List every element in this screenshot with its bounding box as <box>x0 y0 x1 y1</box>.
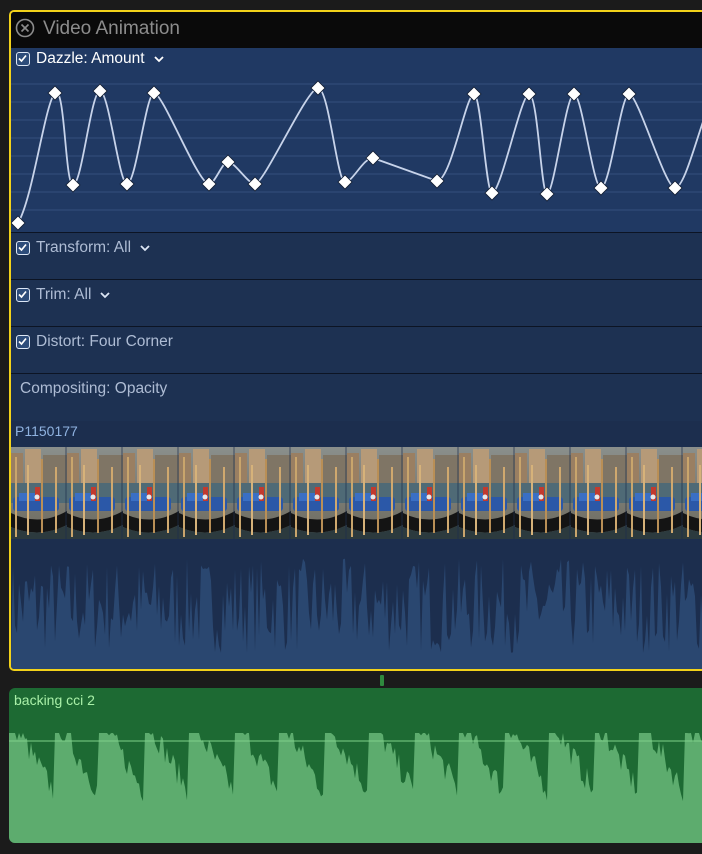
chevron-down-icon[interactable] <box>153 54 165 64</box>
video-animation-title: Video Animation <box>43 18 180 39</box>
audio-waveform <box>9 733 702 843</box>
checkbox-icon[interactable] <box>16 288 30 302</box>
animation-lane-compositing-opacity[interactable]: Compositing: Opacity <box>11 373 702 421</box>
selected-video-clip[interactable]: Video Animation Dazzle: Amount Transform… <box>9 10 702 671</box>
animation-lane-distort-four-corner[interactable]: Distort: Four Corner <box>11 326 702 373</box>
keyframe-icon <box>11 215 26 231</box>
lane-label-transform-all[interactable]: Transform: All <box>16 239 151 257</box>
keyframe-icon <box>92 83 108 99</box>
keyframe-icon <box>521 86 537 102</box>
lane-label-dazzle-amount[interactable]: Dazzle: Amount <box>16 50 165 68</box>
keyframe-icon <box>119 176 135 192</box>
animation-lane-transform-all[interactable]: Transform: All <box>11 232 702 279</box>
keyframe-curve-graph[interactable] <box>11 48 702 232</box>
keyframe-icon <box>593 180 609 196</box>
video-clip-audio-waveform <box>11 558 702 669</box>
lane-label-text: Dazzle: Amount <box>36 50 145 67</box>
chevron-down-icon[interactable] <box>139 243 151 253</box>
close-icon[interactable] <box>15 18 35 38</box>
keyframe-icon <box>65 177 81 193</box>
keyframe-icon <box>429 173 445 189</box>
lane-label-text: Compositing: Opacity <box>20 380 168 397</box>
chevron-down-icon[interactable] <box>99 290 111 300</box>
lane-label-compositing-opacity[interactable]: Compositing: Opacity <box>20 380 167 398</box>
lane-label-text: Transform: All <box>36 239 132 256</box>
connection-line <box>380 675 384 686</box>
video-clip-name: P1150177 <box>15 423 78 439</box>
checkbox-icon[interactable] <box>16 241 30 255</box>
lane-label-text: Trim: All <box>36 286 92 303</box>
lane-label-trim-all[interactable]: Trim: All <box>16 286 111 304</box>
keyframe-icon <box>337 174 353 190</box>
animation-lane-dazzle-amount[interactable]: Dazzle: Amount <box>11 48 702 232</box>
keyframe-icon <box>539 186 555 202</box>
lane-label-distort-four-corner[interactable]: Distort: Four Corner <box>16 333 173 351</box>
animation-lane-trim-all[interactable]: Trim: All <box>11 279 702 326</box>
keyframe-icon <box>466 86 482 102</box>
audio-clip-name: backing cci 2 <box>14 692 95 708</box>
video-animation-header: Video Animation <box>11 12 702 48</box>
keyframe-icon <box>365 150 381 166</box>
checkbox-icon[interactable] <box>16 52 30 66</box>
video-filmstrip[interactable] <box>11 447 702 539</box>
waveform-fill <box>9 733 702 843</box>
checkbox-icon[interactable] <box>16 335 30 349</box>
lane-label-text: Distort: Four Corner <box>36 333 173 350</box>
audio-clip[interactable]: backing cci 2 <box>9 688 702 843</box>
waveform-fill <box>11 558 702 669</box>
keyframe-icon <box>566 86 582 102</box>
